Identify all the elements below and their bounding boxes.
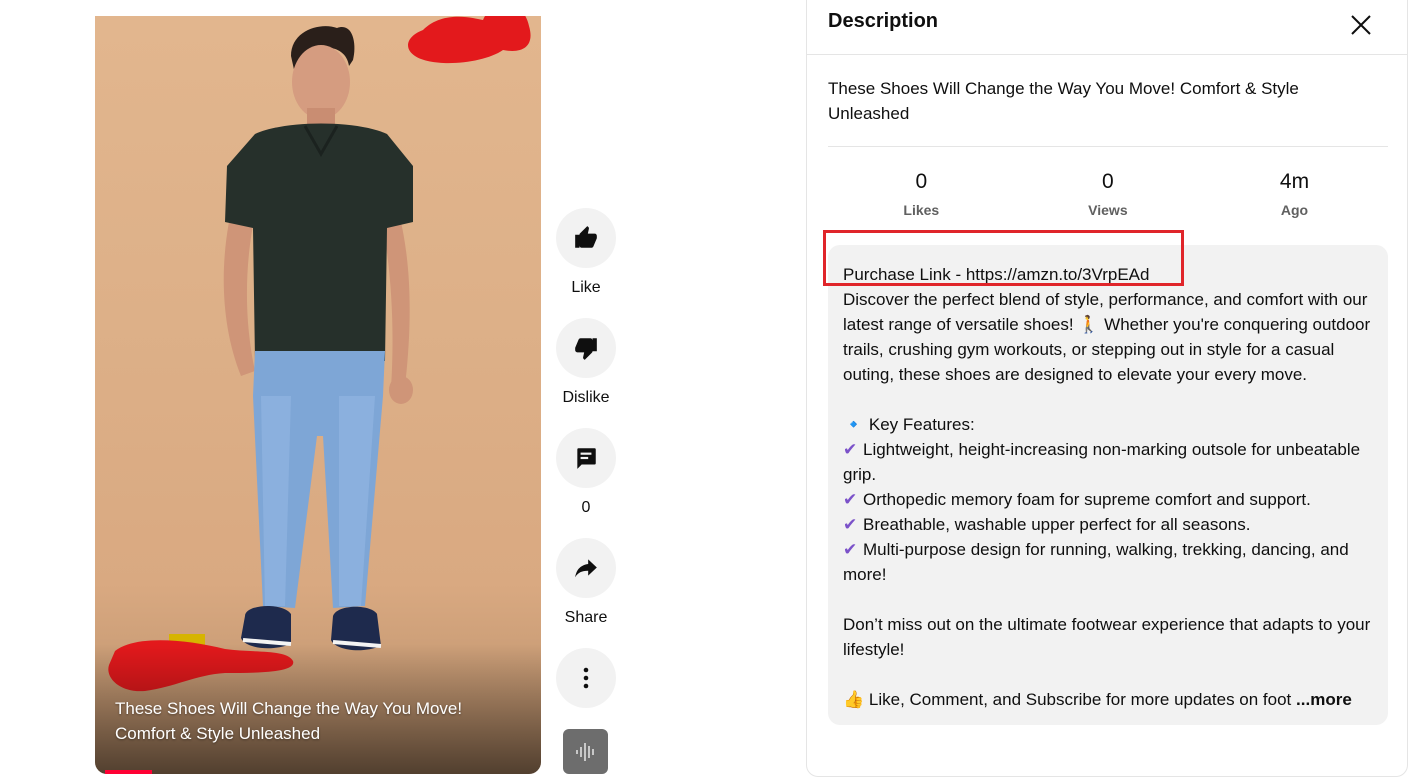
like-label: Like <box>571 279 601 296</box>
shorts-video-player[interactable]: These Shoes Will Change the Way You Move… <box>95 16 541 774</box>
stat-likes: 0 Likes <box>828 169 1015 219</box>
comments-count: 0 <box>581 499 591 516</box>
playback-progress-bar[interactable] <box>105 770 152 774</box>
panel-header: Description <box>807 0 1407 55</box>
thumbs-up-icon <box>575 226 597 248</box>
stat-value: 4m <box>1279 170 1310 193</box>
description-text-box[interactable]: Purchase Link - https://amzn.to/3VrpEAd … <box>828 245 1388 725</box>
like-action: Like <box>556 208 616 298</box>
comments-action: 0 <box>556 428 616 518</box>
stat-label: Likes <box>903 202 940 218</box>
dislike-action: Dislike <box>556 318 616 408</box>
stat-value: 0 <box>1102 170 1114 193</box>
feature-item: ✔ Lightweight, height-increasing non-mark… <box>843 437 1373 487</box>
checkmark-icon: ✔ <box>843 490 858 509</box>
thumbs-down-icon <box>575 338 597 360</box>
feature-text: Breathable, washable upper perfect for a… <box>863 515 1251 534</box>
stat-label: Ago <box>1280 202 1309 218</box>
divider <box>828 146 1388 147</box>
sound-button[interactable] <box>563 729 608 774</box>
checkmark-icon: ✔ <box>843 540 858 559</box>
feature-item: ✔ Orthopedic memory foam for supreme comf… <box>843 487 1373 512</box>
vertical-dots-icon <box>583 667 589 689</box>
share-action: Share <box>556 538 616 628</box>
like-button[interactable] <box>556 208 616 268</box>
description-intro: Discover the perfect blend of style, per… <box>843 290 1371 384</box>
stat-views: 0 Views <box>1015 169 1202 219</box>
more-options-button[interactable] <box>556 648 616 708</box>
stat-value: 0 <box>915 170 928 193</box>
show-more-link[interactable]: ...more <box>1296 690 1352 709</box>
dislike-label: Dislike <box>562 389 610 406</box>
feature-item: ✔ Multi-purpose design for running, walki… <box>843 537 1373 587</box>
stat-age: 4m Ago <box>1201 169 1388 219</box>
checkmark-icon: ✔ <box>843 515 858 534</box>
description-cta-line: 👍 Like, Comment, and Subscribe for more … <box>843 687 1373 712</box>
close-icon <box>1351 15 1371 35</box>
share-label: Share <box>564 609 608 626</box>
checkmark-icon: ✔ <box>843 440 858 459</box>
share-arrow-icon <box>575 559 597 578</box>
close-button[interactable] <box>1343 7 1379 43</box>
audio-waveform-icon <box>575 742 594 761</box>
share-button[interactable] <box>556 538 616 598</box>
video-title[interactable]: These Shoes Will Change the Way You Move… <box>115 696 495 746</box>
comments-button[interactable] <box>556 428 616 488</box>
feature-text: Lightweight, height-increasing non-marki… <box>843 440 1361 484</box>
stats-row: 0 Likes 0 Views 4m Ago <box>828 169 1388 219</box>
features-heading: 🔹 Key Features: <box>843 415 975 434</box>
description-panel: Description These Shoes Will Change the … <box>806 0 1408 777</box>
feature-text: Orthopedic memory foam for supreme comfo… <box>863 490 1311 509</box>
cta-text: 👍 Like, Comment, and Subscribe for more … <box>843 690 1292 709</box>
feature-item: ✔ Breathable, washable upper perfect for … <box>843 512 1373 537</box>
description-video-title: These Shoes Will Change the Way You Move… <box>828 79 1299 123</box>
panel-title: Description <box>828 10 939 32</box>
action-column: Like Dislike 0 Share <box>556 208 616 648</box>
dislike-button[interactable] <box>556 318 616 378</box>
annotation-highlight-box <box>823 230 1184 286</box>
feature-text: Multi-purpose design for running, walkin… <box>843 540 1349 584</box>
description-outro: Don’t miss out on the ultimate footwear … <box>843 615 1371 659</box>
stat-label: Views <box>1088 202 1128 218</box>
redaction-mark-top <box>408 16 531 64</box>
comment-icon <box>577 448 596 469</box>
